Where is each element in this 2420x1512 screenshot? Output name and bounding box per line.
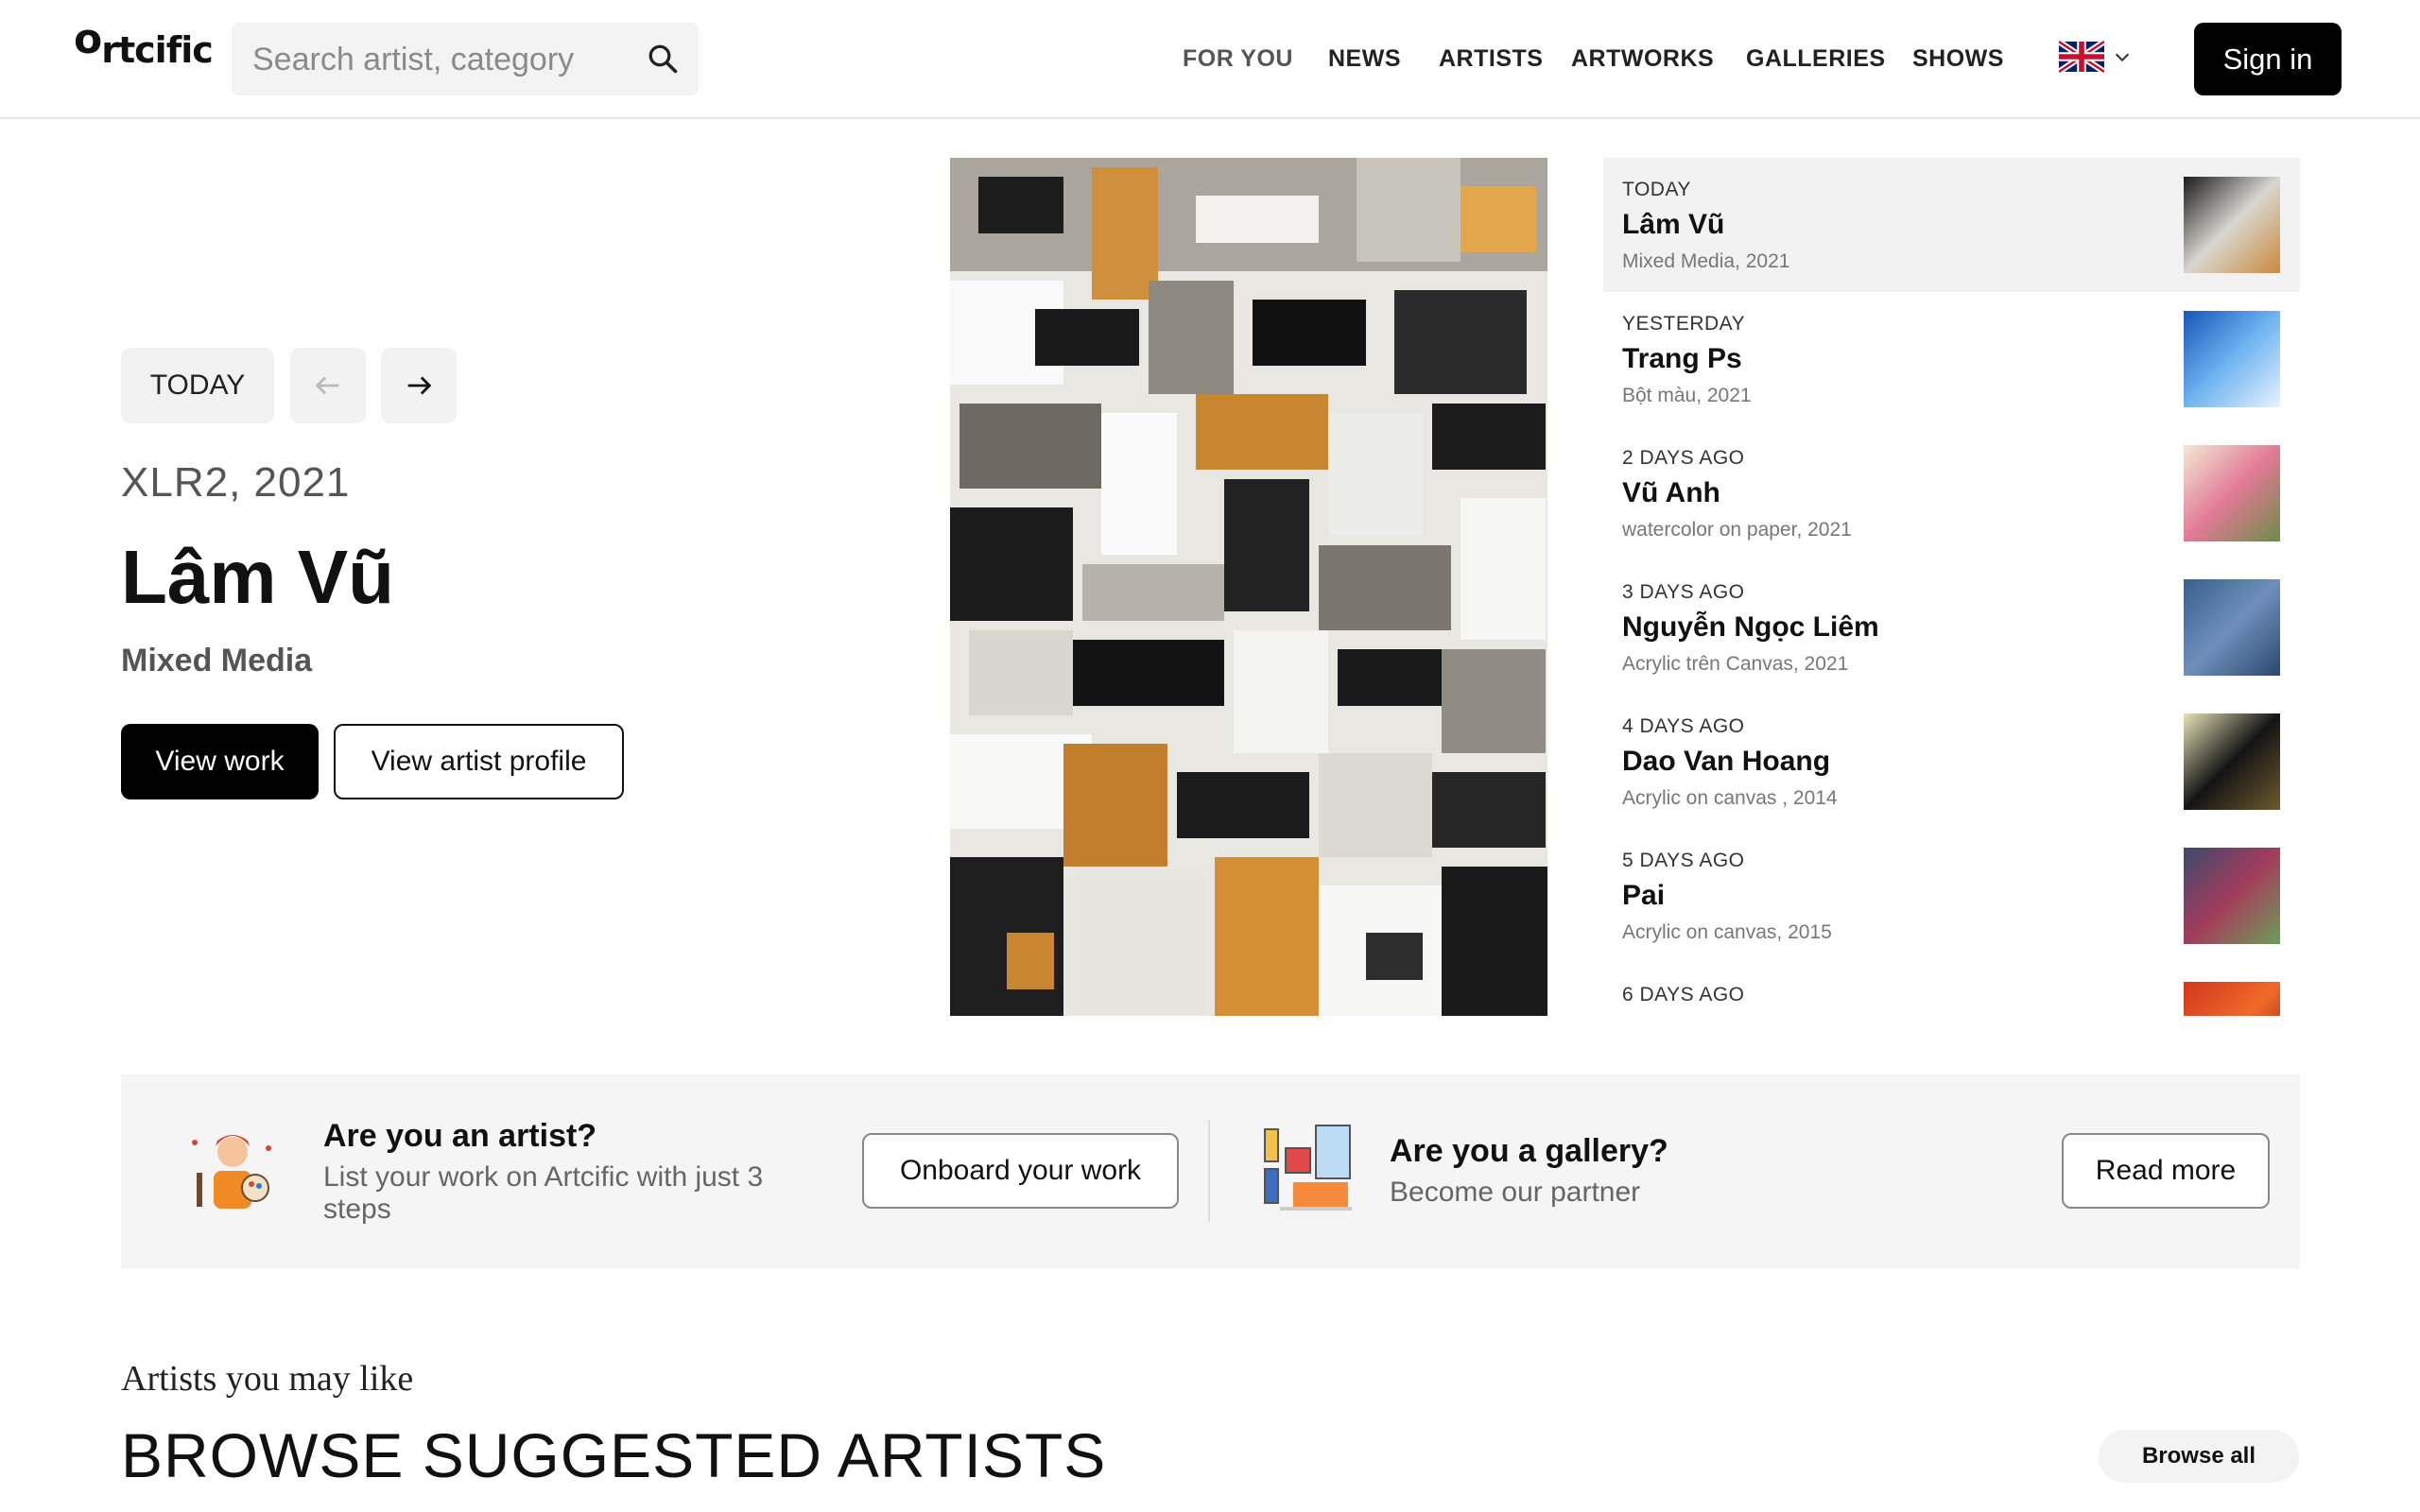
arrow-left-icon [315,376,339,395]
timeline-item[interactable]: 3 DAYS AGO Nguyễn Ngọc Liêm Acrylic trên C… [1603,560,2300,695]
daily-artworks-list: TODAY Lâm Vũ Mixed Media, 2021 YESTERDAY Tra… [1603,158,2300,1016]
timeline-day-label: 2 DAYS AGO [1622,447,1745,469]
timeline-item[interactable]: 4 DAYS AGO Dao Van Hoang Acrylic on canvas… [1603,695,2300,829]
timeline-artist-name: Lâm Vũ [1622,209,1725,240]
nav-shows[interactable]: SHOWS [1912,45,2004,73]
timeline-day-label: YESTERDAY [1622,313,1746,335]
timeline-day-label: 5 DAYS AGO [1622,850,1745,871]
read-more-button[interactable]: Read more [2062,1133,2270,1209]
artist-painter-icon [192,1135,271,1209]
search-input[interactable]: Search artist, category [232,23,699,95]
timeline-artwork-meta: Acrylic on canvas, 2015 [1622,921,1832,943]
search-placeholder: Search artist, category [252,42,575,77]
featured-artwork-image[interactable] [950,158,1547,1016]
section-title: BROWSE SUGGESTED ARTISTS [121,1420,1107,1490]
uk-flag-icon [2059,41,2104,73]
search-icon[interactable] [646,42,680,76]
nav-for-you[interactable]: FOR YOU [1183,45,1293,73]
artist-cta-subtitle: List your work on Artcific with just 3st… [323,1161,764,1225]
timeline-artwork-meta: watercolor on paper, 2021 [1622,519,1852,541]
timeline-artwork-thumbnail[interactable] [2184,445,2280,541]
timeline-artwork-thumbnail[interactable] [2184,848,2280,944]
language-selector[interactable] [2059,41,2135,75]
timeline-artwork-meta: Bột màu, 2021 [1622,385,1752,406]
gallery-frames-icon [1264,1125,1352,1211]
timeline-item[interactable]: 2 DAYS AGO Vũ Anh watercolor on paper, 202… [1603,426,2300,560]
timeline-day-label: 6 DAYS AGO [1622,984,1745,1005]
gallery-cta-subtitle: Become our partner [1390,1177,1641,1208]
timeline-artwork-thumbnail[interactable] [2184,982,2280,1016]
abstract-painting [950,158,1547,1016]
timeline-artwork-meta: Mixed Media, 2021 [1622,250,1790,272]
view-artist-profile-button[interactable]: View artist profile [334,724,624,799]
timeline-item[interactable]: 6 DAYS AGO [1603,963,2300,1016]
timeline-day-label: 3 DAYS AGO [1622,581,1745,603]
section-kicker: Artists you may like [121,1359,414,1399]
nav-news[interactable]: NEWS [1328,45,1401,73]
timeline-item[interactable]: 5 DAYS AGO Pai Acrylic on canvas, 2015 [1603,829,2300,963]
timeline-day-label: TODAY [1622,179,1691,200]
previous-button[interactable] [290,348,366,423]
today-button[interactable]: TODAY [121,348,274,423]
timeline-item[interactable]: YESTERDAY Trang Ps Bột màu, 2021 [1603,292,2300,426]
sign-in-button[interactable]: Sign in [2194,23,2342,95]
nav-artworks[interactable]: ARTWORKS [1571,45,1714,73]
timeline-artwork-thumbnail[interactable] [2184,311,2280,407]
view-work-button[interactable]: View work [121,724,319,799]
cta-divider [1208,1120,1210,1222]
top-header: ortcific Search artist, category FOR YOU… [0,0,2420,119]
chevron-down-icon [2115,53,2130,62]
artwork-medium: Mixed Media [121,643,313,679]
timeline-artwork-meta: Acrylic trên Canvas, 2021 [1622,653,1849,675]
timeline-artist-name: Nguyễn Ngọc Liêm [1622,611,1879,643]
cta-band: Are you an artist? List your work on Art… [121,1074,2300,1268]
onboard-your-work-button[interactable]: Onboard your work [862,1133,1179,1209]
gallery-cta-title: Are you a gallery? [1390,1133,1668,1169]
timeline-item[interactable]: TODAY Lâm Vũ Mixed Media, 2021 [1603,158,2300,292]
timeline-artwork-thumbnail[interactable] [2184,579,2280,676]
nav-artists[interactable]: ARTISTS [1439,45,1543,73]
timeline-artist-name: Dao Van Hoang [1622,746,1831,777]
timeline-artist-name: Trang Ps [1622,343,1742,374]
timeline-artwork-thumbnail[interactable] [2184,713,2280,810]
timeline-artist-name: Pai [1622,880,1666,911]
arrow-right-icon [407,376,432,395]
artist-name: Lâm Vũ [121,535,394,619]
timeline-artwork-meta: Acrylic on canvas , 2014 [1622,787,1838,809]
browse-all-button[interactable]: Browse all [2099,1430,2299,1483]
artist-cta-title: Are you an artist? [323,1118,597,1154]
artcific-logo[interactable]: ortcific [74,19,214,70]
artwork-title: XLR2, 2021 [121,459,351,506]
timeline-artwork-thumbnail[interactable] [2184,177,2280,273]
nav-galleries[interactable]: GALLERIES [1746,45,1886,73]
next-button[interactable] [381,348,457,423]
timeline-artist-name: Vũ Anh [1622,477,1720,508]
timeline-day-label: 4 DAYS AGO [1622,715,1745,737]
